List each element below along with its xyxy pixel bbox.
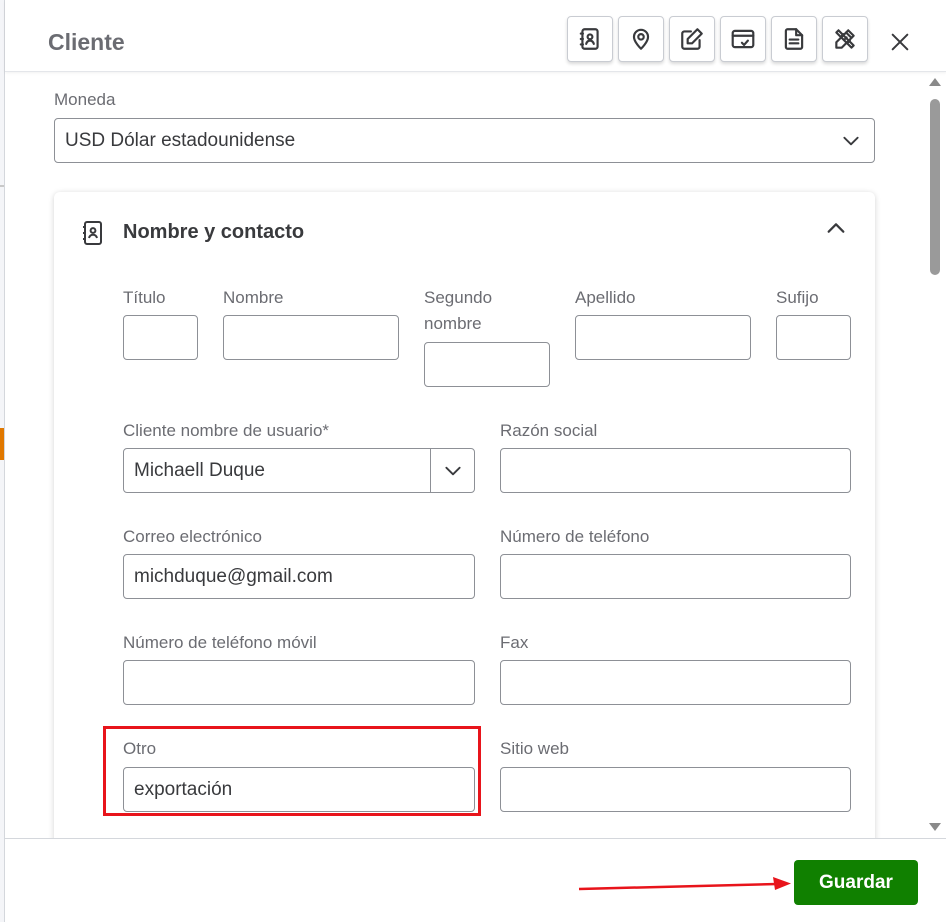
edit-note-button[interactable] — [669, 16, 715, 62]
close-button[interactable] — [883, 27, 917, 57]
apellido-label: Apellido — [575, 288, 636, 307]
movil-label: Número de teléfono móvil — [123, 633, 317, 652]
save-button[interactable]: Guardar — [794, 860, 918, 905]
dialog-footer: Guardar — [5, 838, 946, 922]
dialog-title: Cliente — [48, 29, 125, 55]
collapse-section-button[interactable] — [820, 214, 852, 242]
usuario-value: Michaell Duque — [134, 459, 265, 481]
correo-input[interactable]: michduque@gmail.com — [123, 554, 475, 599]
apellido-input[interactable] — [575, 315, 751, 360]
scrollbar-thumb[interactable] — [930, 99, 940, 275]
currency-value: USD Dólar estadounidense — [65, 129, 296, 151]
dialog-header: Cliente — [5, 0, 946, 72]
vertical-scrollbar[interactable] — [927, 72, 943, 838]
currency-select[interactable]: USD Dólar estadounidense — [54, 118, 875, 163]
chevron-up-icon — [827, 223, 845, 233]
location-pin-icon — [632, 28, 650, 50]
scroll-up-arrow[interactable] — [929, 78, 941, 86]
contact-card-icon — [81, 220, 105, 246]
segundo-nombre-input[interactable] — [424, 342, 550, 387]
pencil-ruler-button[interactable] — [822, 16, 868, 62]
segundo-nombre-label-line1: Segundo — [424, 288, 493, 307]
usuario-select[interactable]: Michaell Duque — [123, 448, 475, 493]
dialog-body[interactable]: Moneda USD Dólar estadounidense Nombre y… — [5, 72, 946, 838]
sufijo-input[interactable] — [776, 315, 851, 360]
contact-card-button[interactable] — [567, 16, 613, 62]
telefono-label: Número de teléfono — [500, 527, 650, 546]
movil-input[interactable] — [123, 660, 475, 705]
payment-button[interactable] — [720, 16, 766, 62]
fax-label: Fax — [500, 633, 529, 652]
sitio-web-input[interactable] — [500, 767, 851, 812]
currency-label: Moneda — [54, 90, 116, 109]
nombre-input[interactable] — [223, 315, 399, 360]
nombre-label: Nombre — [223, 288, 284, 307]
payment-card-icon — [731, 29, 755, 49]
customer-dialog: Cliente Moneda USD Dólar estadounidense — [4, 0, 946, 922]
document-button[interactable] — [771, 16, 817, 62]
document-icon — [784, 28, 804, 50]
pointer-arrow — [578, 877, 791, 891]
usuario-label: Cliente nombre de usuario* — [123, 421, 330, 440]
razon-social-label: Razón social — [500, 421, 598, 440]
usuario-dropdown-arrow[interactable] — [430, 449, 474, 492]
chevron-down-icon — [843, 136, 859, 145]
contact-card-icon — [579, 28, 599, 50]
sufijo-label: Sufijo — [776, 288, 819, 307]
segundo-nombre-label-line2: nombre — [424, 314, 482, 333]
chevron-down-icon — [444, 466, 461, 475]
scroll-down-arrow[interactable] — [929, 823, 941, 831]
highlight-box — [103, 726, 481, 816]
fax-input[interactable] — [500, 660, 851, 705]
sitio-web-label: Sitio web — [500, 739, 569, 758]
titulo-input[interactable] — [123, 315, 198, 360]
correo-label: Correo electrónico — [123, 527, 262, 546]
pencil-ruler-icon — [835, 29, 855, 49]
currency-dropdown-arrow[interactable] — [831, 119, 871, 162]
section-title: Nombre y contacto — [123, 221, 305, 243]
telefono-input[interactable] — [500, 554, 851, 599]
location-button[interactable] — [618, 16, 664, 62]
close-icon — [891, 33, 909, 51]
razon-social-input[interactable] — [500, 448, 851, 493]
edit-note-icon — [681, 28, 703, 50]
titulo-label: Título — [123, 288, 166, 307]
